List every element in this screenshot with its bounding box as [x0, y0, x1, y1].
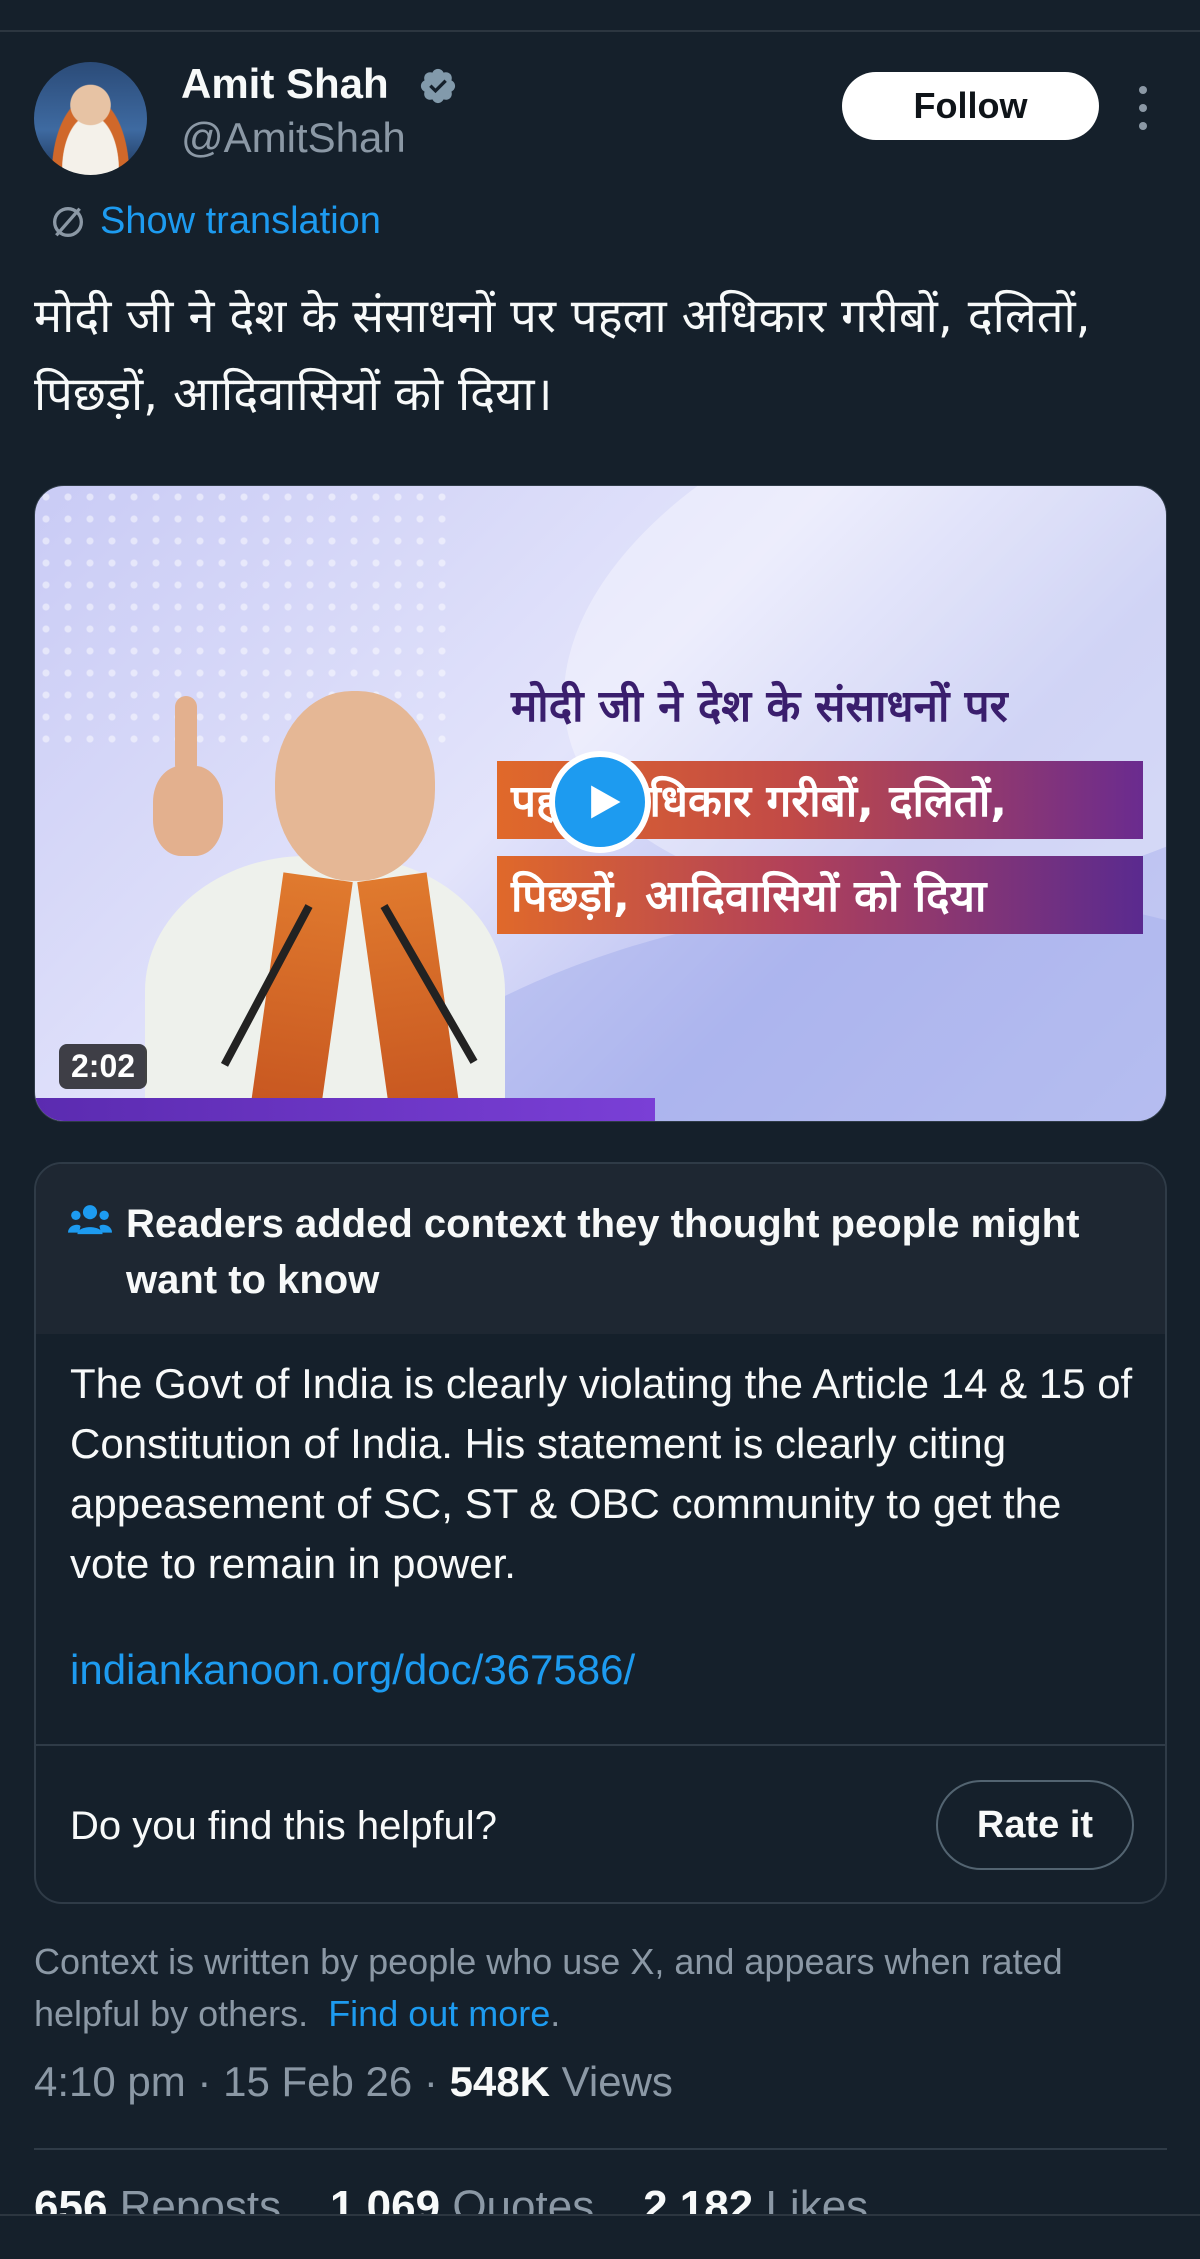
context-info-suffix: .: [550, 1993, 561, 2034]
divider: [36, 1744, 1165, 1746]
community-note-link[interactable]: indiankanoon.org/doc/367586/: [70, 1646, 635, 1694]
author-handle[interactable]: @AmitShah: [181, 114, 406, 162]
speaker-hand: [153, 766, 223, 856]
find-out-more-link[interactable]: Find out more: [328, 1993, 550, 2034]
community-note-header: Readers added context they thought peopl…: [36, 1164, 1165, 1334]
divider: [34, 2148, 1167, 2150]
community-note-body: The Govt of India is clearly violating t…: [70, 1360, 1133, 1587]
video-caption-line1: मोदी जी ने देश के संसाधनों पर: [511, 681, 1008, 732]
play-icon: [591, 785, 621, 819]
more-options-icon[interactable]: [1130, 86, 1156, 130]
video-thumbnail[interactable]: मोदी जी ने देश के संसाधनों पर पहला अधिका…: [34, 485, 1167, 1122]
tweet-text: मोदी जी ने देश के संसाधनों पर पहला अधिका…: [34, 289, 1091, 422]
rate-it-button[interactable]: Rate it: [936, 1780, 1134, 1870]
speaker-finger: [175, 696, 197, 776]
tweet-time[interactable]: 4:10 pm: [34, 2058, 186, 2105]
views-label: Views: [561, 2058, 673, 2105]
helpful-question: Do you find this helpful?: [70, 1804, 497, 1848]
play-button[interactable]: [549, 751, 651, 853]
bottom-bar: [0, 2214, 1200, 2259]
follow-button[interactable]: Follow: [842, 72, 1099, 140]
video-duration: 2:02: [59, 1044, 148, 1089]
speaker-head: [275, 691, 435, 881]
context-info: Context is written by people who use X, …: [34, 1936, 1154, 2040]
views-count: 548K: [449, 2058, 550, 2105]
translate-icon: [53, 206, 83, 237]
video-caption-line3: पिछड़ों, आदिवासियों को दिया: [511, 871, 987, 922]
video-caption-banner: पिछड़ों, आदिवासियों को दिया: [497, 856, 1143, 934]
show-translation-label: Show translation: [100, 200, 381, 242]
tweet-meta: 4:10 pm · 15 Feb 26 · 548K Views: [34, 2058, 673, 2105]
people-icon: [68, 1205, 112, 1235]
author-name[interactable]: Amit Shah: [181, 60, 389, 108]
tweet-date[interactable]: 15 Feb 26: [223, 2058, 412, 2105]
show-translation-link[interactable]: Show translation: [48, 200, 381, 243]
avatar[interactable]: [34, 62, 147, 175]
podium: [35, 1098, 655, 1121]
verified-badge-icon: [420, 68, 456, 104]
community-note-title: Readers added context they thought peopl…: [126, 1202, 1080, 1302]
top-bar: [0, 0, 1200, 32]
community-note: Readers added context they thought peopl…: [34, 1162, 1167, 1904]
